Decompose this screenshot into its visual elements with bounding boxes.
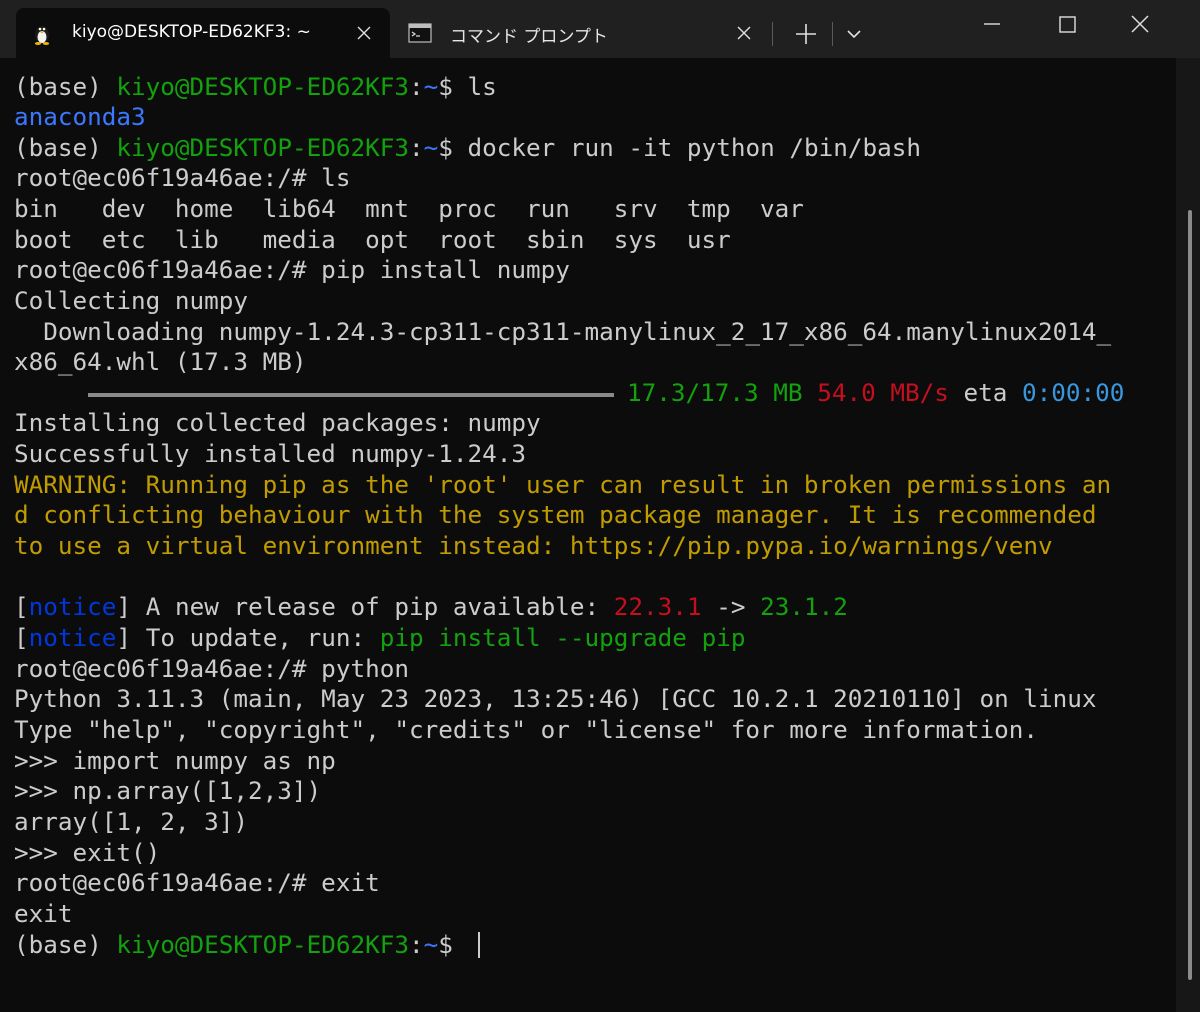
terminal-line: Downloading numpy-1.24.3-cp311-cp311-man… — [14, 317, 1112, 346]
terminal-line: >>> import numpy as np — [14, 746, 336, 775]
chevron-down-icon[interactable] — [840, 20, 868, 48]
download-progress-bar — [88, 393, 614, 397]
terminal-line: root@ec06f19a46ae:/# exit — [14, 868, 380, 897]
terminal-line: root@ec06f19a46ae:/# python — [14, 654, 409, 683]
notice-line: [notice] A new release of pip available:… — [14, 592, 848, 621]
terminal-line: (base) kiyo@DESKTOP-ED62KF3:~$ — [14, 930, 468, 959]
terminal-line: Collecting numpy — [14, 286, 249, 315]
tab-separator — [772, 22, 773, 46]
terminal-line: boot etc lib media opt root sbin sys usr — [14, 225, 731, 254]
terminal-line: >>> exit() — [14, 838, 161, 867]
tab-command-prompt[interactable]: コマンド プロンプト — [400, 8, 770, 58]
tab-label: コマンド プロンプト — [450, 27, 608, 47]
close-tab-icon[interactable] — [354, 23, 374, 43]
terminal-line: exit — [14, 899, 73, 928]
text-cursor — [478, 932, 480, 958]
tab-label: kiyo@DESKTOP-ED62KF3: ~ — [72, 22, 311, 42]
terminal-line: (base) kiyo@DESKTOP-ED62KF3:~$ ls — [14, 72, 497, 101]
maximize-icon[interactable] — [1047, 10, 1087, 40]
title-bar: kiyo@DESKTOP-ED62KF3: ~ コマンド プロンプト — [0, 0, 1200, 58]
notice-line: [notice] To update, run: pip install --u… — [14, 623, 746, 652]
terminal-line: Successfully installed numpy-1.24.3 — [14, 439, 526, 468]
new-tab-plus-icon[interactable] — [792, 20, 820, 48]
warning-line: d conflicting behaviour with the system … — [14, 500, 1097, 529]
warning-line: WARNING: Running pip as the 'root' user … — [14, 470, 1112, 499]
terminal-line: array([1, 2, 3]) — [14, 807, 249, 836]
terminal-output[interactable]: (base) kiyo@DESKTOP-ED62KF3:~$ ls anacon… — [0, 58, 1176, 1012]
terminal-line: Python 3.11.3 (main, May 23 2023, 13:25:… — [14, 684, 1097, 713]
terminal-line: 17.3/17.3 MB 54.0 MB/s eta 0:00:00 — [627, 378, 1125, 407]
terminal-line: x86_64.whl (17.3 MB) — [14, 347, 307, 376]
scrollbar-thumb[interactable] — [1188, 210, 1192, 980]
terminal-line: >>> np.array([1,2,3]) — [14, 776, 322, 805]
tab-ubuntu[interactable]: kiyo@DESKTOP-ED62KF3: ~ — [16, 8, 390, 58]
terminal-line: root@ec06f19a46ae:/# pip install numpy — [14, 255, 570, 284]
terminal-line: Type "help", "copyright", "credits" or "… — [14, 715, 1038, 744]
warning-line: to use a virtual environment instead: ht… — [14, 531, 1053, 560]
minimize-icon[interactable] — [972, 10, 1012, 40]
terminal-window: kiyo@DESKTOP-ED62KF3: ~ コマンド プロンプト (base… — [0, 0, 1200, 1012]
close-window-icon[interactable] — [1120, 10, 1160, 40]
terminal-line: bin dev home lib64 mnt proc run srv tmp … — [14, 194, 804, 223]
tab-separator — [832, 22, 833, 46]
terminal-line: Installing collected packages: numpy — [14, 408, 541, 437]
command-prompt-icon — [408, 23, 432, 43]
scrollbar[interactable] — [1176, 58, 1200, 1012]
close-tab-icon[interactable] — [734, 23, 754, 43]
terminal-line: (base) kiyo@DESKTOP-ED62KF3:~$ docker ru… — [14, 133, 921, 162]
terminal-line: anaconda3 — [14, 102, 146, 131]
linux-penguin-icon — [34, 26, 50, 45]
terminal-line: root@ec06f19a46ae:/# ls — [14, 163, 351, 192]
